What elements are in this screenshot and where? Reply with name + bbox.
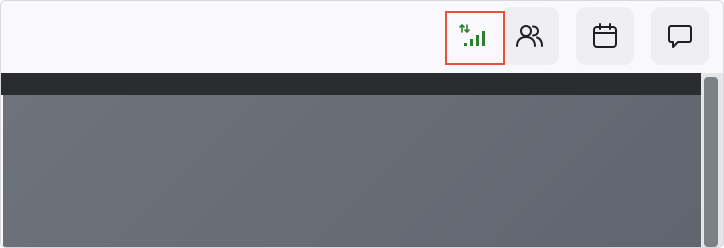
chat-button[interactable] [651,7,709,65]
signal-bars-icon [458,23,492,54]
main-content-area [3,95,701,247]
chat-bubble-icon [666,22,694,50]
network-status-button[interactable] [445,11,505,65]
calendar-button[interactable] [576,7,634,65]
people-icon [515,23,545,49]
content-header-bar [1,73,701,95]
top-toolbar [1,1,723,73]
app-window [0,0,724,248]
scrollbar-thumb[interactable] [704,77,718,247]
people-button[interactable] [501,7,559,65]
calendar-icon [591,22,619,50]
